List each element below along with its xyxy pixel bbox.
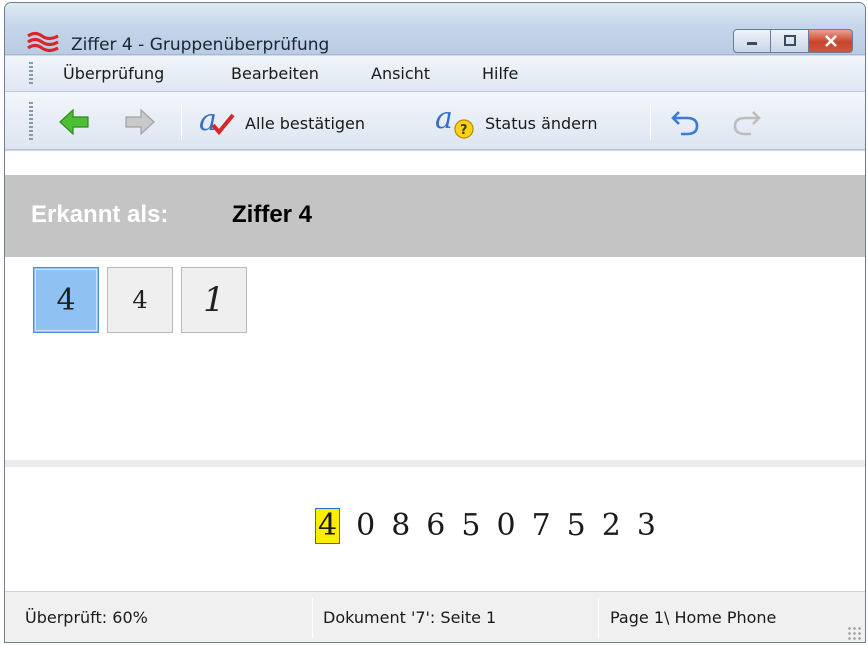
status-checked: Überprüft: 60% (25, 608, 148, 627)
arrow-right-icon[interactable] (123, 106, 157, 138)
digit-strip: 4 0 8 6 5 0 7 5 2 3 (315, 506, 656, 546)
pane-divider[interactable] (5, 460, 865, 467)
digit-current[interactable]: 4 (315, 508, 341, 544)
digit: 2 (601, 508, 621, 543)
thumbnail-digit: 1 (203, 280, 225, 320)
menu-ueberpruefung[interactable]: Überprüfung (63, 64, 164, 83)
menu-hilfe[interactable]: Hilfe (482, 64, 518, 83)
recognized-value: Ziffer 4 (232, 201, 313, 228)
title-bar[interactable]: Ziffer 4 - Gruppenüberprüfung (5, 3, 865, 55)
status-document: Dokument '7': Seite 1 (323, 608, 497, 627)
svg-text:?: ? (460, 123, 468, 138)
recognition-header: Erkannt als: Ziffer 4 (5, 175, 865, 257)
thumbnail-item[interactable]: 1 (181, 267, 247, 333)
svg-text:a: a (435, 102, 453, 136)
svg-text:a: a (199, 103, 217, 138)
main-content: Erkannt als: Ziffer 4 4 4 1 4 0 8 6 5 0 … (5, 151, 865, 591)
digit: 0 (496, 508, 516, 543)
thumbnail-digit: 4 (56, 282, 76, 318)
recognized-as-label: Erkannt als: (31, 201, 169, 228)
menu-ansicht[interactable]: Ansicht (371, 64, 430, 83)
menu-grip[interactable] (29, 62, 33, 86)
undo-icon[interactable] (669, 106, 703, 138)
toolbar-separator (650, 104, 651, 140)
digit: 8 (391, 508, 411, 543)
digit: 5 (566, 508, 586, 543)
close-icon (824, 35, 837, 47)
arrow-left-icon[interactable] (57, 106, 91, 138)
close-button[interactable] (809, 29, 853, 53)
status-separator (598, 598, 599, 638)
app-logo-icon (27, 31, 59, 53)
toolbar: a Alle bestätigen a ? Status ändern (5, 92, 865, 150)
toolbar-separator (181, 104, 182, 140)
thumbnail-item[interactable]: 4 (107, 267, 173, 333)
digit: 7 (531, 508, 551, 543)
digit: 0 (356, 508, 376, 543)
redo-icon[interactable] (729, 106, 763, 138)
menu-bar: Überprüfung Bearbeiten Ansicht Hilfe (5, 56, 865, 92)
app-window: Ziffer 4 - Gruppenüberprüfung Überprüfun… (4, 2, 866, 643)
maximize-button[interactable] (771, 29, 809, 53)
confirm-all-icon: a (199, 103, 235, 138)
status-page: Page 1\ Home Phone (610, 608, 777, 627)
change-status-button[interactable]: Status ändern (485, 114, 597, 133)
confirm-all-button[interactable]: Alle bestätigen (245, 114, 365, 133)
menu-bearbeiten[interactable]: Bearbeiten (231, 64, 319, 83)
resize-grip[interactable] (847, 626, 861, 640)
minimize-button[interactable] (733, 29, 771, 53)
status-bar: Überprüft: 60% Dokument '7': Seite 1 Pag… (5, 591, 865, 642)
status-separator (312, 598, 313, 638)
minimize-icon (747, 42, 757, 45)
change-status-icon: a ? (435, 102, 474, 139)
toolbar-grip[interactable] (29, 102, 33, 140)
window-title: Ziffer 4 - Gruppenüberprüfung (71, 35, 330, 55)
maximize-icon (783, 35, 796, 46)
digit: 5 (461, 508, 481, 543)
digit: 3 (636, 508, 656, 543)
thumbnail-item[interactable]: 4 (33, 267, 99, 333)
thumbnail-list: 4 4 1 (33, 267, 247, 333)
window-controls (733, 29, 853, 53)
digit: 6 (426, 508, 446, 543)
thumbnail-digit: 4 (132, 286, 148, 314)
